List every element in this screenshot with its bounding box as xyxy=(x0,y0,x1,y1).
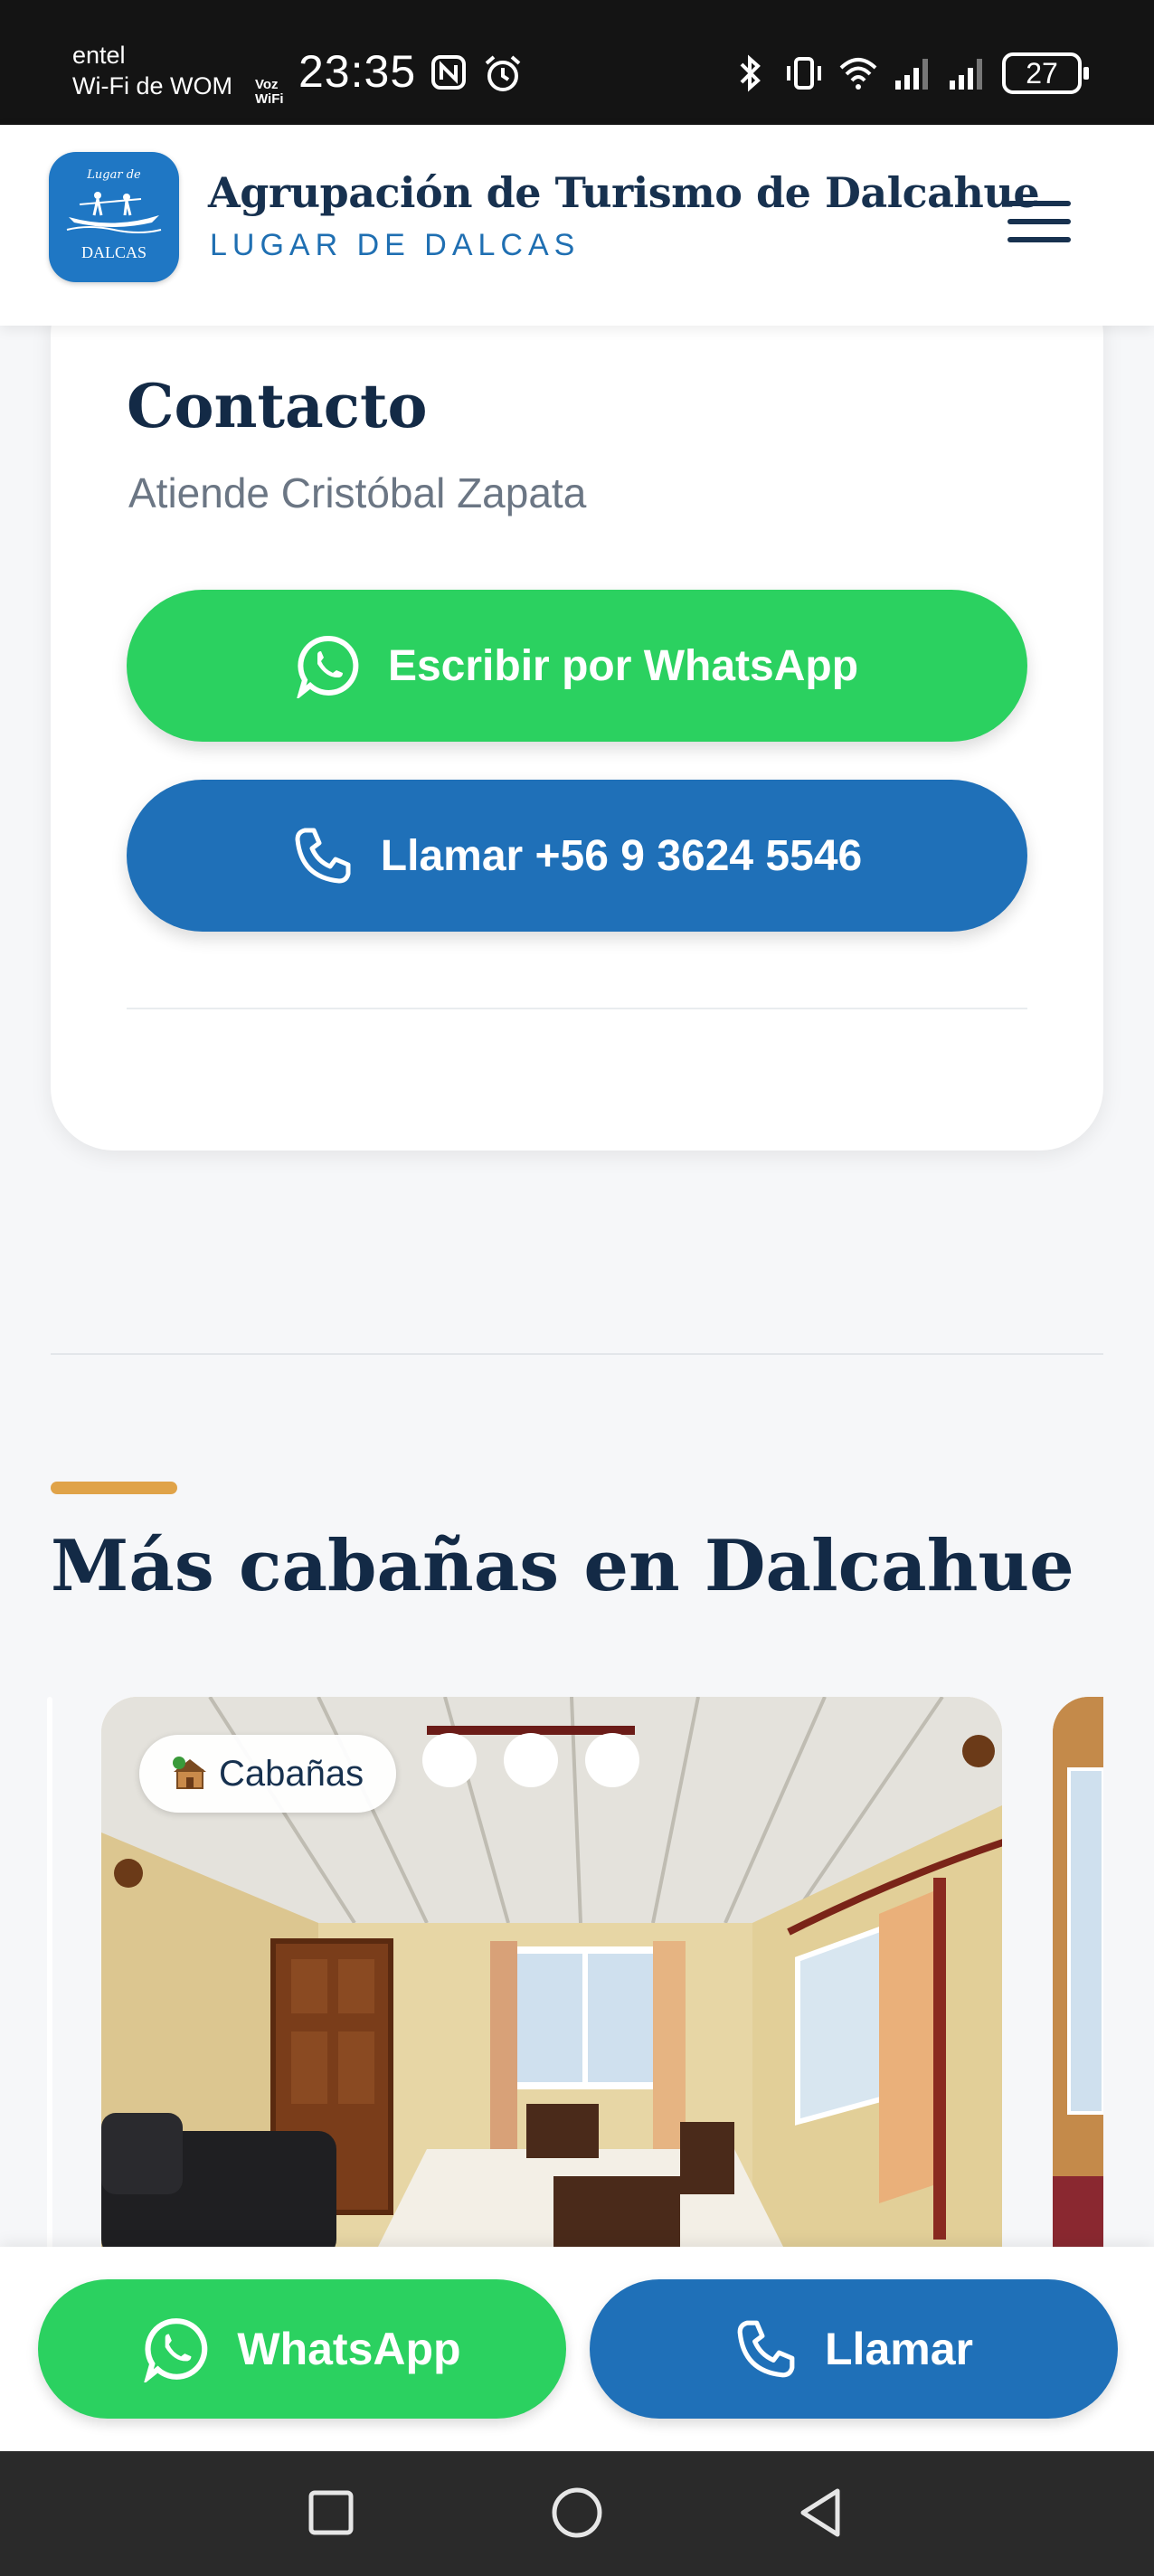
voz-wifi-indicator: Voz WiFi xyxy=(255,78,284,107)
site-title[interactable]: Agrupación de Turismo de Dalcahue xyxy=(208,168,1040,217)
contact-title: Contacto xyxy=(127,371,428,441)
call-button-label: Llamar +56 9 3624 5546 xyxy=(380,831,863,880)
system-nav-bar xyxy=(0,2451,1154,2576)
cabin-emoji-icon xyxy=(173,1757,206,1789)
wifi-icon xyxy=(839,58,877,90)
page: entel Wi-Fi de WOM Voz WiFi 23:35 27 Lug… xyxy=(0,0,1154,2576)
site-logo[interactable]: Lugar de DALCAS xyxy=(49,152,179,282)
carrier-name: entel xyxy=(72,42,126,69)
category-badge: Cabañas xyxy=(139,1735,397,1813)
section-title: Más cabañas en Dalcahue xyxy=(51,1525,1074,1607)
divider xyxy=(127,1008,1027,1009)
site-header: Lugar de DALCAS Agrupación de Turismo de… xyxy=(0,125,1154,326)
previous-card-peek[interactable] xyxy=(47,1697,52,2258)
site-subtitle: LUGAR DE DALCAS xyxy=(210,228,581,262)
status-bar: entel Wi-Fi de WOM Voz WiFi 23:35 27 xyxy=(0,0,1154,125)
bluetooth-icon xyxy=(740,54,761,92)
category-badge-label: Cabañas xyxy=(219,1753,364,1794)
whatsapp-icon xyxy=(144,2318,208,2382)
home-circle-icon[interactable] xyxy=(550,2486,604,2540)
bottom-action-bar: WhatsApp Llamar xyxy=(0,2247,1154,2451)
battery-icon: 27 xyxy=(1002,52,1089,94)
alarm-icon xyxy=(485,55,521,91)
back-triangle-icon[interactable] xyxy=(794,2486,848,2540)
bottom-call-label: Llamar xyxy=(825,2324,973,2374)
recents-square-icon[interactable] xyxy=(304,2486,358,2540)
logo-bottom-text: DALCAS xyxy=(80,243,147,261)
signal-icon xyxy=(895,59,928,90)
bottom-whatsapp-button[interactable]: WhatsApp xyxy=(38,2279,566,2419)
bottom-call-button[interactable]: Llamar xyxy=(590,2279,1118,2419)
vibrate-icon xyxy=(787,57,821,90)
whatsapp-button[interactable]: Escribir por WhatsApp xyxy=(127,590,1027,742)
logo-top-text: Lugar de xyxy=(87,168,141,182)
whatsapp-button-label: Escribir por WhatsApp xyxy=(387,641,859,690)
call-button[interactable]: Llamar +56 9 3624 5546 xyxy=(127,780,1027,932)
carrier-info: entel Wi-Fi de WOM xyxy=(72,40,232,101)
clock: 23:35 xyxy=(298,46,417,97)
voz-label: Voz xyxy=(255,77,279,92)
signal-icon xyxy=(950,59,982,90)
hamburger-menu-icon[interactable] xyxy=(1007,201,1071,251)
contact-subtitle: Atiende Cristóbal Zapata xyxy=(128,469,587,516)
section-accent-bar xyxy=(51,1482,177,1494)
section-divider xyxy=(51,1353,1103,1355)
boat-icon xyxy=(66,192,162,233)
phone-icon xyxy=(737,2320,795,2378)
wifi-label: WiFi xyxy=(255,91,284,107)
next-cabin-photo xyxy=(1053,1697,1103,2258)
whatsapp-icon xyxy=(297,635,359,698)
status-icons: 27 xyxy=(731,51,1089,96)
wifi-carrier-name: Wi-Fi de WOM xyxy=(72,72,232,99)
contact-card: Contacto Atiende Cristóbal Zapata Escrib… xyxy=(51,271,1103,1151)
phone-icon xyxy=(295,828,351,884)
next-card-peek[interactable] xyxy=(1053,1697,1103,2258)
nfc-icon xyxy=(431,55,466,90)
bottom-whatsapp-label: WhatsApp xyxy=(237,2324,461,2374)
